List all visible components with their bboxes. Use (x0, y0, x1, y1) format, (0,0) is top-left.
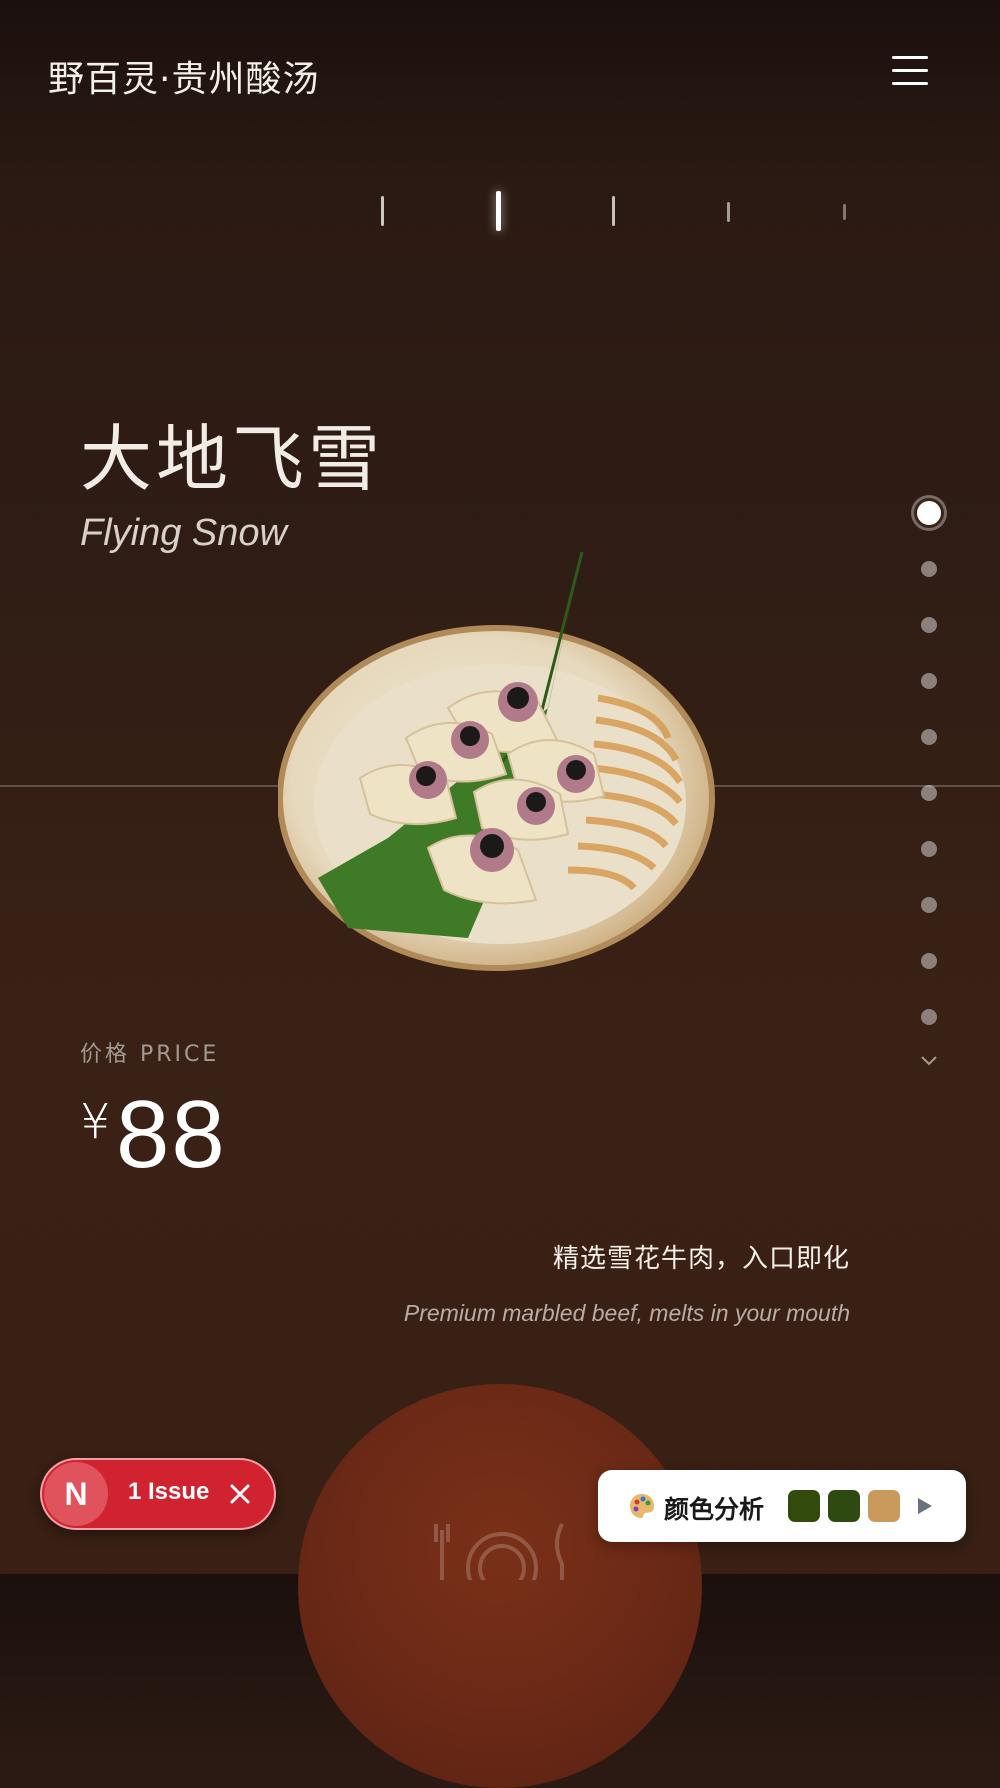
color-swatch (788, 1490, 820, 1522)
dumpling-plate-image (278, 551, 715, 971)
chevron-down-icon[interactable] (919, 1054, 939, 1068)
page-dot[interactable] (921, 785, 937, 801)
page-dot[interactable] (921, 841, 937, 857)
issue-count-label: 1 Issue (128, 1478, 210, 1505)
tick-mark[interactable] (381, 196, 384, 226)
page-dot[interactable] (921, 561, 937, 577)
play-icon[interactable] (916, 1496, 934, 1516)
color-swatch (828, 1490, 860, 1522)
currency-symbol: ¥ (80, 1094, 111, 1150)
tick-mark[interactable] (843, 204, 846, 220)
dish-title-cn: 大地飞雪 (80, 417, 385, 501)
dish-description-cn: 精选雪花牛肉，入口即化 (552, 1244, 850, 1274)
badge-letter: N (44, 1462, 108, 1526)
page-dot[interactable] (921, 897, 937, 913)
category-ticks (0, 188, 1000, 238)
tick-mark-active[interactable] (496, 191, 501, 231)
color-swatch (868, 1490, 900, 1522)
page-dot[interactable] (921, 673, 937, 689)
decorative-orb (298, 1384, 702, 1788)
brand-title: 野百灵·贵州酸汤 (48, 59, 320, 100)
page-dot[interactable] (921, 729, 937, 745)
price-label: 价格 PRICE (80, 1042, 220, 1067)
dish-description-en: Premium marbled beef, melts in your mout… (403, 1300, 850, 1326)
palette-icon (630, 1494, 654, 1518)
color-analysis-label: 颜色分析 (664, 1495, 765, 1524)
pagination-dots (914, 498, 944, 1088)
page-dot-active[interactable] (914, 498, 944, 528)
fork-plate-icon (434, 1523, 564, 1580)
tick-mark[interactable] (727, 202, 730, 222)
page-dot[interactable] (921, 1009, 937, 1025)
hamburger-menu-icon[interactable] (892, 56, 928, 88)
color-analysis-panel[interactable]: 颜色分析 (598, 1470, 966, 1542)
page-dot[interactable] (921, 953, 937, 969)
close-icon[interactable] (228, 1482, 252, 1506)
dish-title-en: Flying Snow (80, 512, 287, 554)
price-value: 88 (116, 1081, 227, 1188)
tick-mark[interactable] (612, 196, 615, 226)
page-dot[interactable] (921, 617, 937, 633)
issue-badge-button[interactable]: N 1 Issue (40, 1458, 276, 1530)
